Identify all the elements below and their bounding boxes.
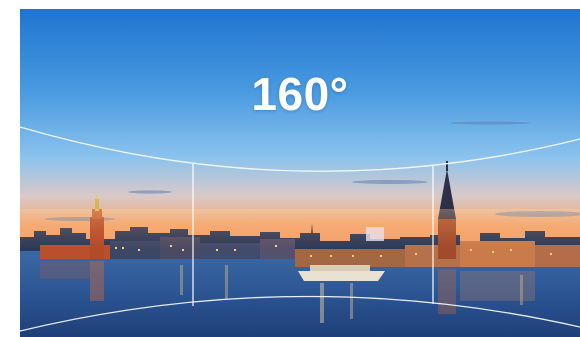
panorama-photo: 160° bbox=[20, 9, 580, 337]
field-of-view-label: 160° bbox=[251, 68, 349, 120]
horizon-glow bbox=[20, 209, 580, 249]
panorama-scene bbox=[20, 9, 580, 337]
